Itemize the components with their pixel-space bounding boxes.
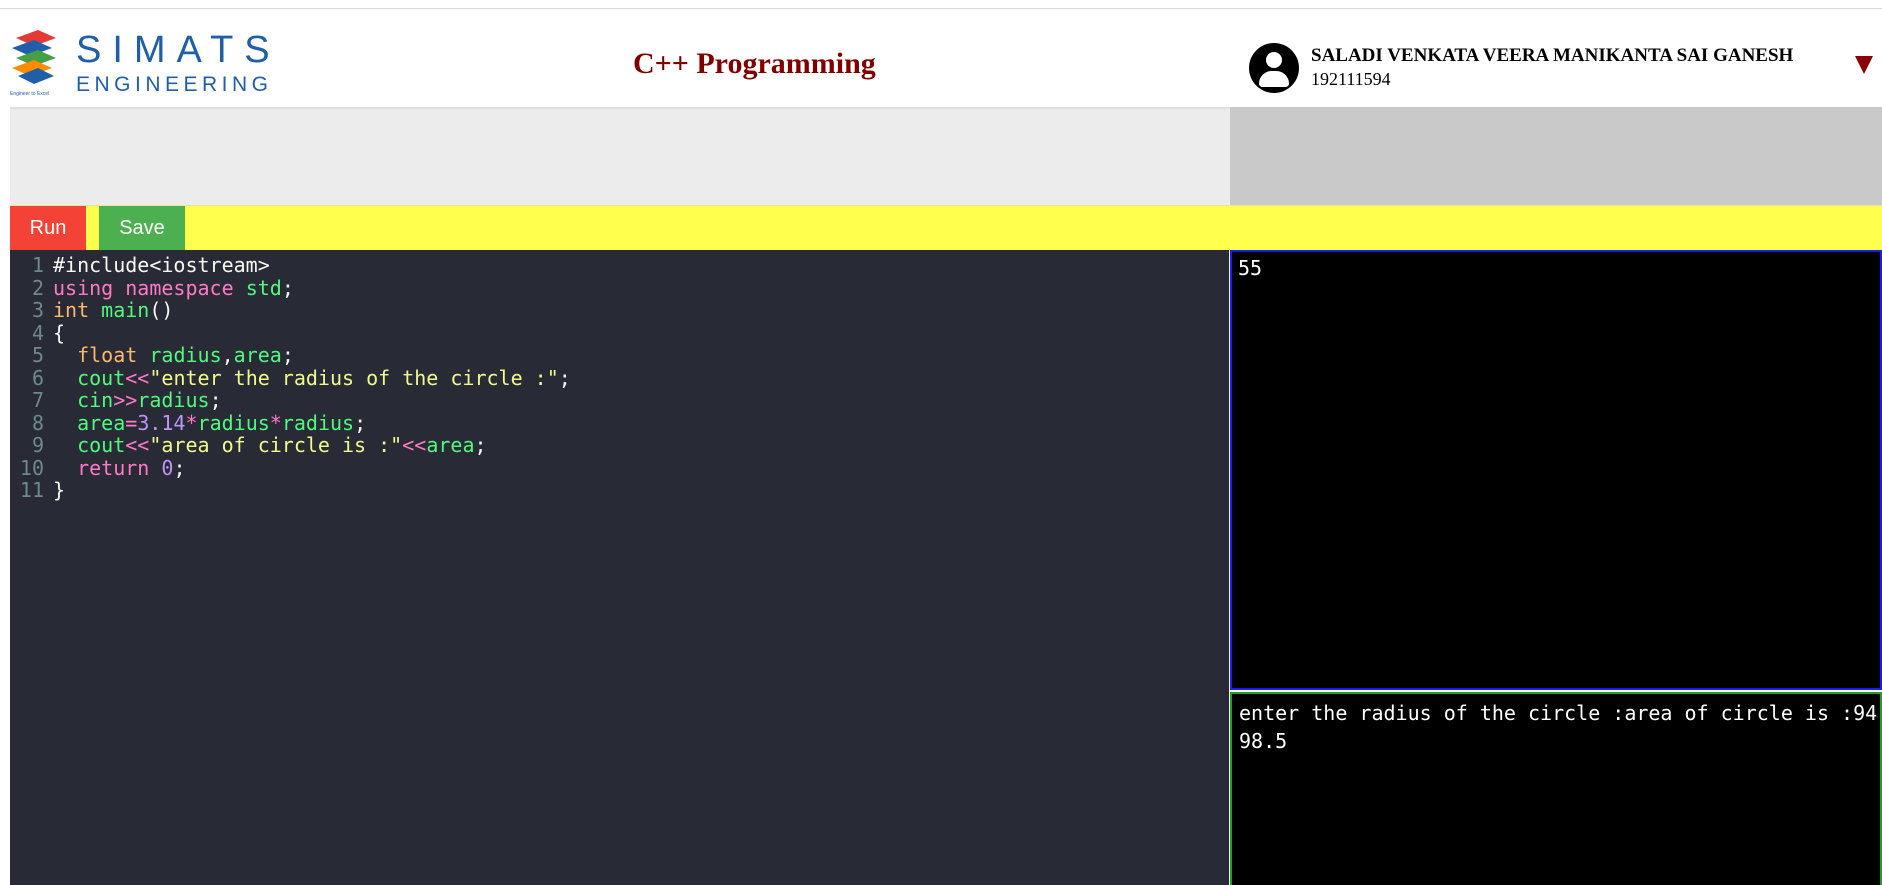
simats-logo-mark [12, 30, 56, 84]
stdin-text[interactable]: 55 [1238, 256, 1262, 280]
code-token: ; [354, 410, 367, 435]
code-token: << [402, 433, 427, 457]
code-token: int [53, 298, 90, 322]
code-token: main [101, 298, 150, 322]
question-panel [10, 107, 1230, 205]
code-token: ; [558, 365, 571, 390]
code-token: std [245, 275, 282, 300]
code-token: cout [77, 433, 126, 457]
code-token: * [185, 410, 198, 435]
question-side-panel [1230, 107, 1882, 205]
run-button[interactable]: Run [10, 206, 86, 250]
code-token: using [53, 275, 114, 300]
code-token: { [53, 320, 66, 345]
user-avatar-icon[interactable] [1249, 43, 1299, 93]
code-token: ; [474, 433, 487, 457]
code-token: area [233, 343, 282, 367]
save-button[interactable]: Save [99, 206, 185, 250]
code-line[interactable]: 11} [10, 477, 1229, 504]
code-token: "area of circle is :" [149, 433, 403, 457]
code-token: cin [77, 388, 114, 412]
code-token: ; [209, 388, 222, 412]
code-token: area [426, 433, 475, 457]
code-token: area [77, 410, 126, 435]
code-token: << [125, 433, 150, 457]
code-token: << [125, 365, 150, 390]
stdout-output-panel: enter the radius of the circle :area of … [1230, 692, 1882, 885]
code-token: () [149, 298, 174, 322]
user-menu-dropdown-icon[interactable] [1855, 56, 1873, 74]
code-editor[interactable]: 1 #include<iostream> 2 using namespace std;… [10, 250, 1229, 885]
page-title: C++ Programming [633, 47, 876, 80]
code-token: } [53, 478, 66, 502]
code-token: * [269, 410, 282, 435]
code-text: } [53, 477, 65, 504]
code-token: >> [113, 388, 138, 412]
line-number: 11 [19, 478, 44, 502]
code-token: float [77, 343, 138, 367]
code-token: radius [197, 410, 270, 435]
code-token: ; [281, 343, 294, 367]
code-token: cout [77, 365, 126, 390]
toolbar: Run Save [10, 205, 1882, 250]
code-token: = [125, 410, 138, 435]
user-name: SALADI VENKATA VEERA MANIKANTA SAI GANES… [1311, 45, 1794, 66]
code-token: 3.14 [137, 410, 186, 435]
logo-sub-text: ENGINEERING [76, 73, 273, 96]
output-text: enter the radius of the circle :area of … [1239, 701, 1878, 753]
code-token: radius [137, 388, 210, 412]
header: SIMATS ENGINEERING Engineer to Excel C++… [0, 9, 1882, 106]
code-token: ; [173, 455, 186, 480]
code-token: return [77, 455, 150, 480]
code-token: "enter the radius of the circle :" [149, 365, 559, 390]
code-token: 0 [161, 455, 174, 480]
code-token: , [221, 343, 234, 367]
code-token: radius [149, 343, 222, 367]
stdin-input-panel[interactable]: 55 [1230, 250, 1882, 690]
simats-logo[interactable]: SIMATS ENGINEERING Engineer to Excel [8, 28, 270, 102]
code-token: namespace [125, 275, 234, 300]
code-token: radius [281, 410, 355, 435]
logo-brand-text: SIMATS [76, 29, 281, 71]
code-token: #include<iostream> [53, 253, 270, 277]
code-token: ; [281, 275, 294, 300]
logo-tagline: Engineer to Excel [10, 91, 50, 97]
user-id: 192111594 [1311, 69, 1391, 89]
